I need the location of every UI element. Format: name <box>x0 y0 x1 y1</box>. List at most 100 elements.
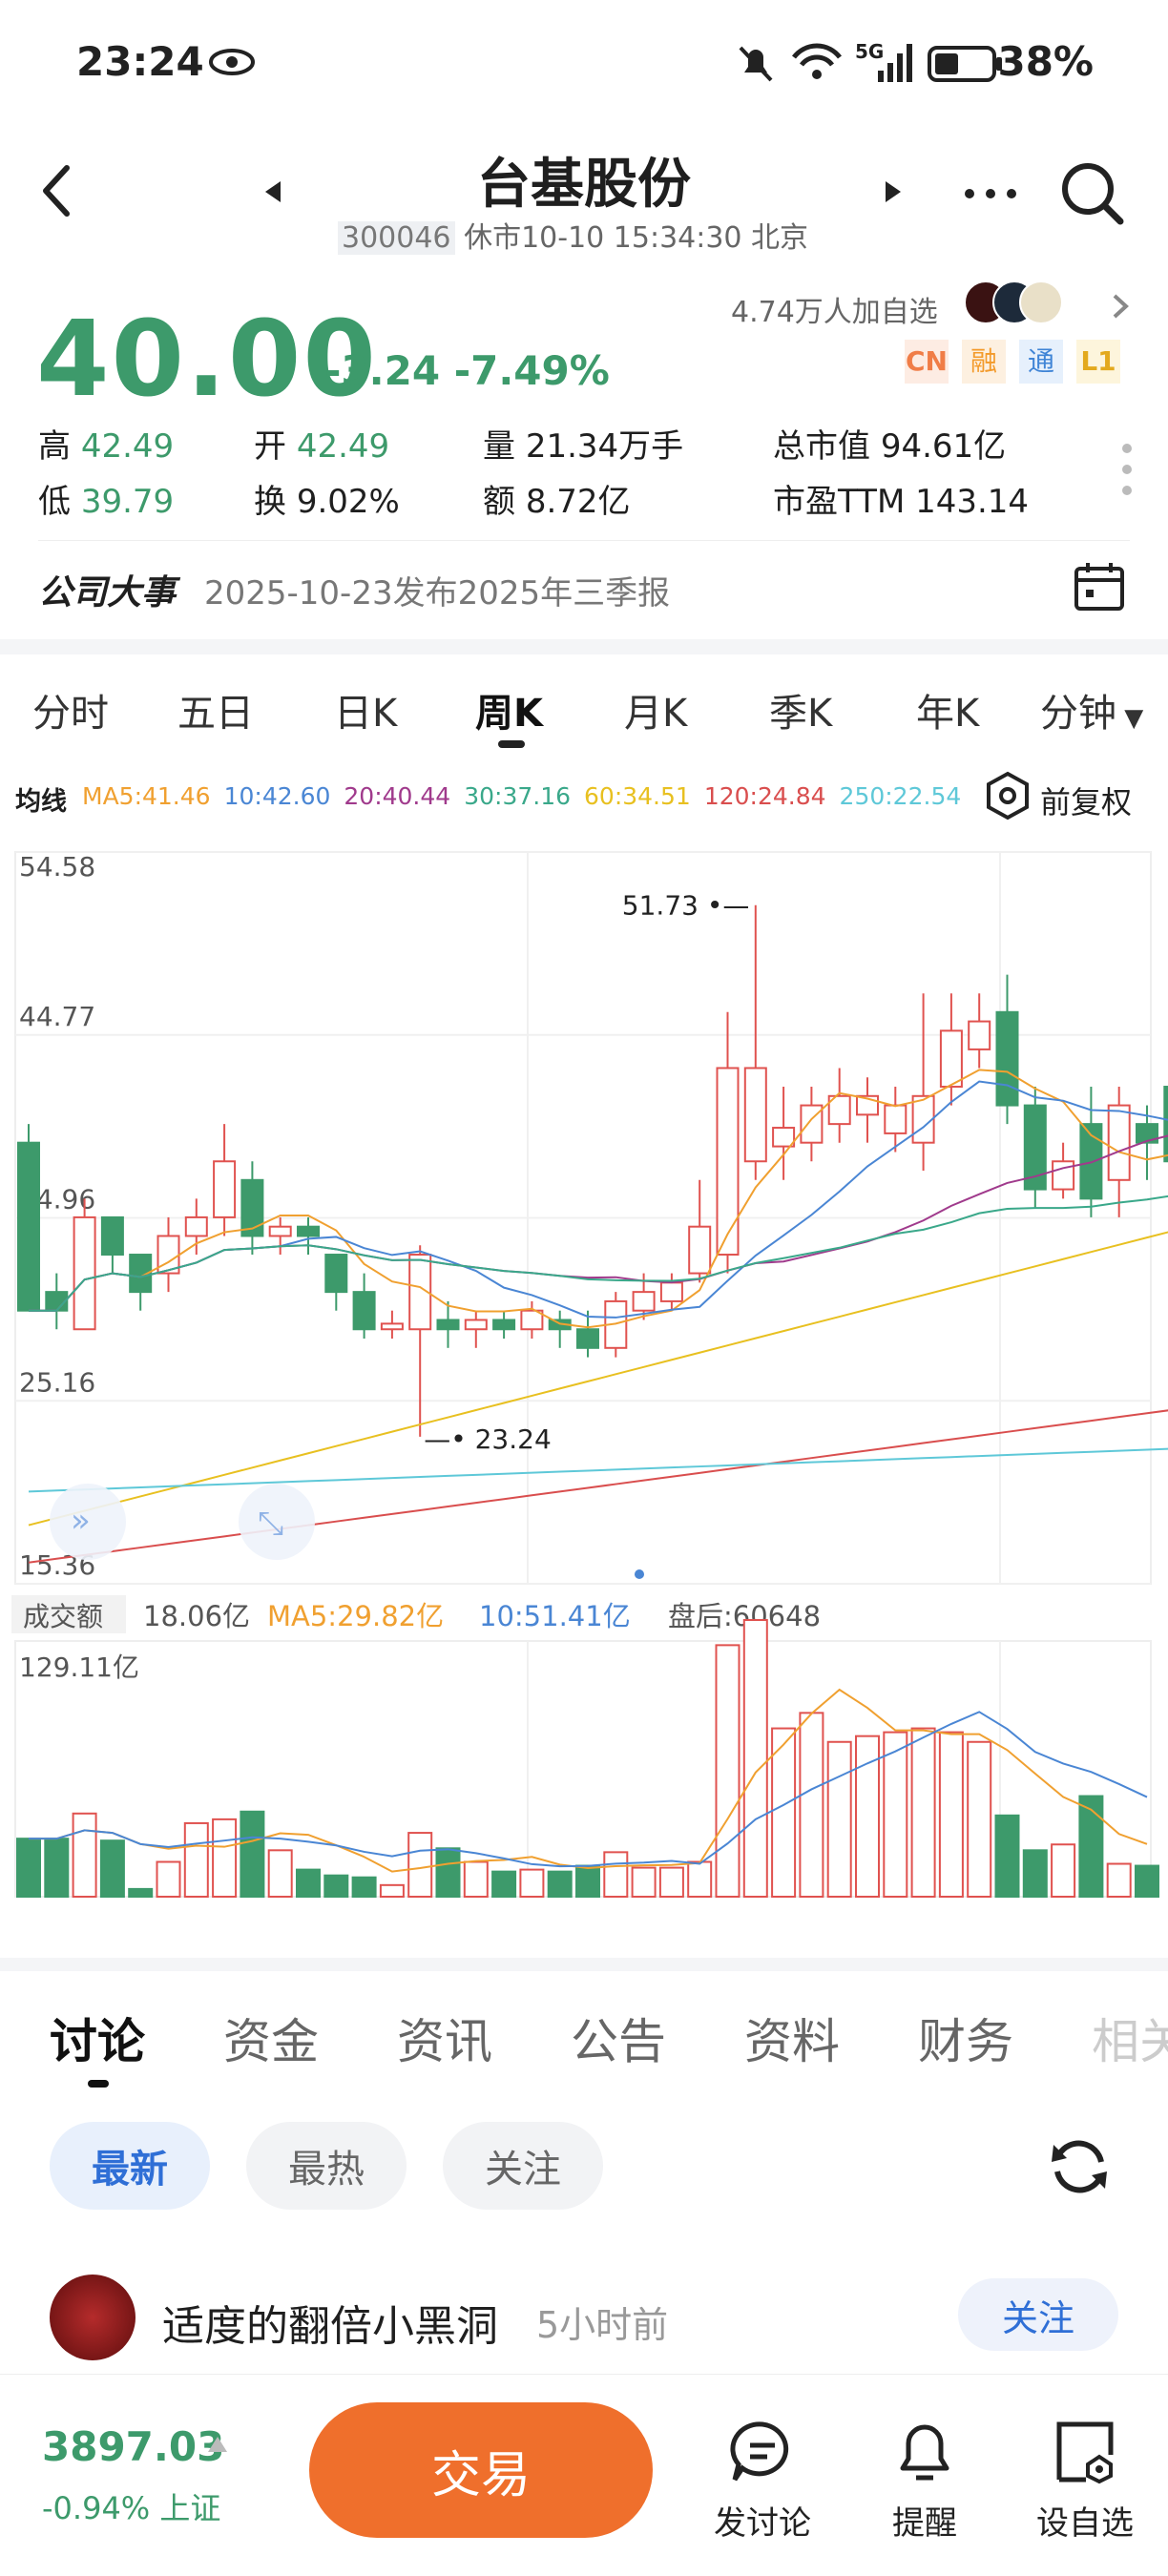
ma-line <box>29 1069 1168 1329</box>
active-tab-indicator <box>88 2080 109 2088</box>
candle-body <box>297 1225 320 1237</box>
more-icon[interactable] <box>962 187 1019 200</box>
tab-discussion[interactable]: 讨论 <box>50 2004 145 2072</box>
status-bar: 23:24 5G 38% <box>0 0 1168 134</box>
tab-minute[interactable]: 分钟 ▼ <box>1040 682 1143 737</box>
tab-weekly[interactable]: 周K <box>475 682 543 737</box>
watchlist-button[interactable]: 设自选 <box>1032 2419 1137 2544</box>
x-tick-label: 2025-09 <box>945 1917 1056 1918</box>
settings-hexagon-icon[interactable] <box>983 771 1032 821</box>
candle-body <box>884 1104 907 1134</box>
candle-body <box>352 1291 376 1331</box>
candle-body <box>17 1141 40 1312</box>
volume-bar <box>742 1619 768 1898</box>
tab-financials[interactable]: 财务 <box>918 2004 1013 2072</box>
tab-news[interactable]: 资讯 <box>397 2004 492 2072</box>
trade-button[interactable]: 交易 <box>309 2402 653 2538</box>
tab-profile[interactable]: 资料 <box>744 2004 840 2072</box>
volume-bar <box>156 1860 181 1898</box>
search-icon[interactable] <box>1059 160 1126 227</box>
y-tick-label: 44.77 <box>19 1001 95 1032</box>
tab-funds[interactable]: 资金 <box>223 2004 319 2072</box>
volume-bar <box>212 1818 238 1898</box>
back-icon[interactable] <box>38 162 76 219</box>
tab-daily[interactable]: 日K <box>334 682 397 737</box>
active-tab-indicator <box>498 740 525 748</box>
ma-legend-item: 250:22.54 <box>839 782 962 810</box>
post-username[interactable]: 适度的翻倍小黑洞 <box>162 2292 498 2353</box>
volume-bar <box>16 1838 41 1899</box>
volume-bar <box>1078 1795 1104 1899</box>
kline-chart[interactable]: 均线 MA5:41.46 10:42.60 20:40.44 30:37.16 60:3… <box>0 763 1168 1956</box>
change-percent: -7.49% <box>453 347 610 394</box>
follow-button[interactable]: 关注 <box>958 2278 1118 2351</box>
tab-related[interactable]: 相关 <box>1092 2004 1168 2072</box>
volume-bar <box>44 1838 70 1899</box>
vertical-more-icon[interactable] <box>1120 441 1134 498</box>
tab-5day[interactable]: 五日 <box>177 682 254 737</box>
filter-hot[interactable]: 最热 <box>246 2122 407 2210</box>
next-stock-icon[interactable] <box>884 179 903 204</box>
tab-yearly[interactable]: 年K <box>916 682 979 737</box>
avatar[interactable] <box>50 2275 136 2360</box>
candle-body <box>659 1281 683 1302</box>
tab-quarterly[interactable]: 季K <box>769 682 832 737</box>
discuss-button[interactable]: 发讨论 <box>710 2419 815 2544</box>
battery-icon <box>928 46 1002 82</box>
scroll-indicator <box>635 1569 644 1579</box>
tag-connect: 通 <box>1019 340 1063 384</box>
stat-low: 低 39.79 <box>38 483 175 521</box>
calendar-icon[interactable] <box>1073 561 1126 613</box>
volume-bar <box>323 1874 349 1898</box>
index-change: -0.94% 上证 <box>42 2490 221 2526</box>
filter-following[interactable]: 关注 <box>443 2122 603 2210</box>
adjust-mode[interactable]: 前复权 <box>1040 779 1132 822</box>
y-tick-label: 54.58 <box>19 851 95 883</box>
market-status: 休市10-10 15:34:30 北京 <box>464 221 809 255</box>
candle-body <box>1163 1086 1168 1163</box>
ma-legend-items: MA5:41.46 10:42.60 20:40.44 30:37.16 60:34.5… <box>82 782 974 810</box>
clock: 23:24 <box>76 38 204 85</box>
candle-body <box>464 1319 488 1331</box>
stat-amount: 额 8.72亿 <box>483 483 631 521</box>
candle-body <box>632 1291 656 1312</box>
volume-bar <box>1022 1849 1048 1898</box>
volume-max-label: 129.11亿 <box>19 1652 139 1683</box>
volume-bar <box>994 1814 1020 1899</box>
ma-legend-item: 120:24.84 <box>703 782 826 810</box>
alert-button[interactable]: 提醒 <box>872 2419 977 2544</box>
event-text[interactable]: 2025-10-23发布2025年三季报 <box>204 567 670 613</box>
volume-bar <box>296 1868 321 1899</box>
ma-line <box>28 1231 1168 1527</box>
tab-monthly[interactable]: 月K <box>624 682 687 737</box>
volume-bar <box>240 1810 265 1899</box>
ma-line <box>29 1080 1168 1319</box>
battery-level: 38% <box>997 38 1094 85</box>
volume-bar <box>658 1866 684 1899</box>
refresh-icon[interactable] <box>1046 2133 1113 2200</box>
candle-body <box>1052 1160 1075 1191</box>
prev-stock-icon[interactable] <box>263 179 282 204</box>
stock-code: 300046 <box>338 221 455 255</box>
volume-bar <box>1051 1843 1076 1898</box>
chevron-right-icon[interactable] <box>1111 292 1130 321</box>
low-annotation: —• 23.24 <box>424 1423 552 1455</box>
ma-legend-item: 60:34.51 <box>584 782 691 810</box>
add-watchlist-icon <box>1056 2421 1114 2484</box>
volume-bar <box>407 1832 433 1898</box>
fullscreen-icon: ⤡ <box>258 1505 283 1543</box>
tab-announcements[interactable]: 公告 <box>571 2004 666 2072</box>
price-change: -3.24 -7.49% <box>324 347 610 394</box>
volume-bar <box>799 1712 824 1898</box>
index-value[interactable]: 3897.03 <box>42 2423 224 2470</box>
eye-icon <box>209 49 255 75</box>
volume-bar <box>99 1839 125 1899</box>
candle-body <box>324 1254 348 1294</box>
filter-latest[interactable]: 最新 <box>50 2122 210 2210</box>
tab-intraday[interactable]: 分时 <box>32 682 109 737</box>
event-label: 公司大事 <box>38 573 177 613</box>
followers-count[interactable]: 4.74万人加自选 <box>731 288 938 330</box>
wifi-icon <box>792 43 842 79</box>
volume-bar <box>379 1883 405 1898</box>
section-divider <box>0 639 1168 654</box>
